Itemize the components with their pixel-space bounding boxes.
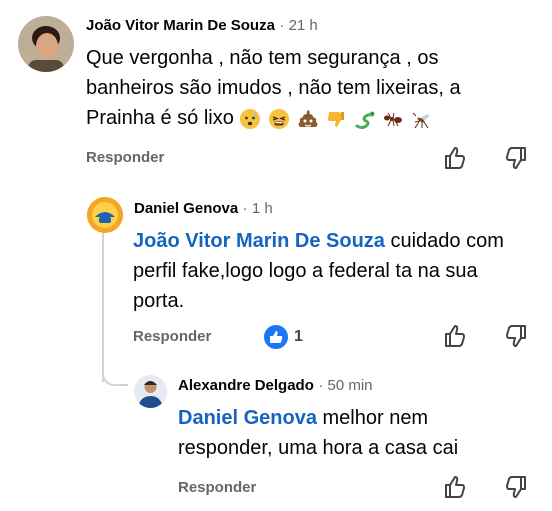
comment-author[interactable]: Daniel Genova <box>134 200 238 217</box>
like-reaction-icon[interactable] <box>264 325 288 349</box>
reply-button[interactable]: Responder <box>86 149 164 166</box>
mention-link[interactable]: João Vitor Marin De Souza <box>133 230 385 252</box>
thread-connector-curve <box>102 370 128 386</box>
comment-text: Que vergonha , não tem segurança , os ba… <box>86 43 526 134</box>
comment-time[interactable]: 1 h <box>252 200 273 217</box>
dislike-icon[interactable] <box>502 322 530 350</box>
mention-link[interactable]: Daniel Genova <box>178 407 317 429</box>
comment-text: João Vitor Marin De Souza cuidado com pe… <box>133 226 513 316</box>
like-icon[interactable] <box>441 473 469 501</box>
logo-avatar-icon <box>87 197 123 233</box>
mosquito-icon <box>412 113 430 129</box>
anxious-face-icon <box>240 109 261 130</box>
person-photo-icon <box>134 375 167 408</box>
thumbs-down-icon <box>328 112 345 128</box>
comment-time[interactable]: 21 h <box>289 17 318 34</box>
person-photo-icon <box>18 16 74 72</box>
comment-author[interactable]: João Vitor Marin De Souza <box>86 17 275 34</box>
comment-author[interactable]: Alexandre Delgado <box>178 377 314 394</box>
avatar-joao[interactable] <box>18 16 74 72</box>
dislike-icon[interactable] <box>502 473 530 501</box>
avatar-daniel[interactable] <box>87 197 123 233</box>
dislike-icon[interactable] <box>502 144 530 172</box>
ant-icon <box>384 113 403 127</box>
avatar-alexandre[interactable] <box>134 375 167 408</box>
poop-icon <box>298 110 318 128</box>
reply-button[interactable]: Responder <box>133 328 211 345</box>
reply-button[interactable]: Responder <box>178 479 256 496</box>
reaction-count[interactable]: 1 <box>294 328 303 346</box>
like-icon[interactable] <box>441 322 469 350</box>
emoji-sequence <box>239 104 433 134</box>
like-icon[interactable] <box>441 144 469 172</box>
comment-time[interactable]: 50 min <box>328 377 373 394</box>
tired-face-icon <box>269 109 289 130</box>
thread-connector <box>102 230 104 382</box>
comment-text: Daniel Genova melhor nem responder, uma … <box>178 403 508 463</box>
snake-icon <box>355 111 375 130</box>
